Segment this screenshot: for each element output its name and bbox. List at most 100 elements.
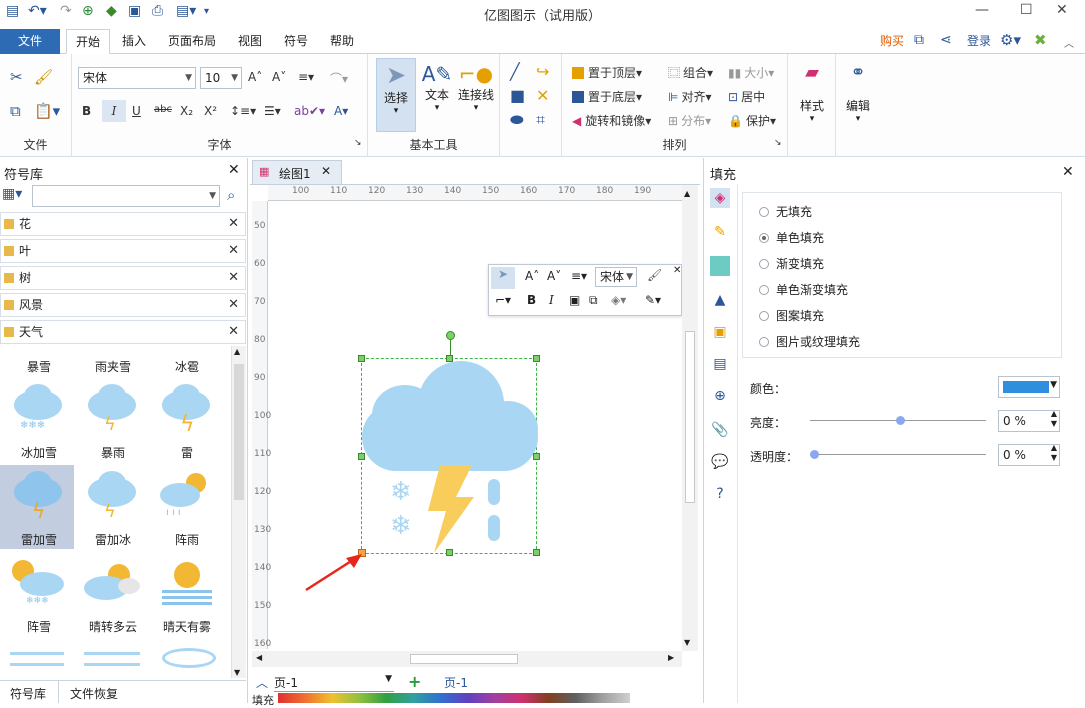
font-color-icon[interactable]: A▾ bbox=[334, 104, 348, 118]
login-link[interactable]: 登录 bbox=[962, 29, 996, 54]
align-button[interactable]: ⊫ 对齐 ▾ bbox=[668, 88, 712, 105]
tab-view[interactable]: 视图 bbox=[230, 29, 270, 54]
symbol-ice-snow[interactable]: ❄❄❄ 冰加雪 bbox=[0, 382, 78, 464]
mini-line-color-icon[interactable]: ✎▾ bbox=[645, 293, 661, 307]
fill-tab-icon[interactable]: ◈ bbox=[710, 188, 730, 208]
canvas-horizontal-scrollbar[interactable]: ◀ ▶ bbox=[252, 651, 682, 667]
scroll-down-icon[interactable]: ▼ bbox=[684, 638, 690, 647]
resize-handle[interactable] bbox=[533, 549, 540, 556]
symbol-sleet[interactable]: 雨夹雪 bbox=[74, 358, 152, 378]
distribute-button[interactable]: ⊞ 分布 ▾ bbox=[668, 112, 711, 129]
mini-align-icon[interactable]: ≡▾ bbox=[571, 269, 587, 283]
transparency-slider[interactable] bbox=[810, 450, 986, 459]
tab-page-layout[interactable]: 页面布局 bbox=[162, 29, 222, 54]
category-scenery[interactable]: 风景 ✕ bbox=[0, 293, 246, 317]
symbol-thunder[interactable]: ϟ 雷 bbox=[148, 382, 226, 464]
resize-handle[interactable] bbox=[533, 355, 540, 362]
brightness-slider[interactable] bbox=[810, 416, 986, 425]
close-category-icon[interactable]: ✕ bbox=[228, 267, 239, 289]
comment-tab-icon[interactable]: 💬 bbox=[710, 452, 730, 472]
scroll-down-icon[interactable]: ▼ bbox=[234, 668, 240, 677]
paragraph-align-icon[interactable]: ≡▾ bbox=[298, 70, 314, 84]
maximize-icon[interactable]: ☐ bbox=[1020, 2, 1033, 18]
hyperlink-tab-icon[interactable]: ⊕ bbox=[710, 386, 730, 406]
scroll-right-icon[interactable]: ▶ bbox=[668, 653, 674, 662]
symbol-sunny-fog[interactable]: 晴天有雾 bbox=[148, 556, 226, 638]
mini-bold-icon[interactable]: B bbox=[527, 293, 536, 307]
font-name-select[interactable]: 宋体 ▼ bbox=[78, 67, 196, 89]
gradient-fill-option[interactable]: 渐变填充 bbox=[759, 255, 824, 272]
shadow-tab-icon[interactable] bbox=[710, 256, 730, 276]
mini-font-select[interactable]: 宋体 ▼ bbox=[595, 267, 637, 287]
search-icon[interactable]: ⌕ bbox=[227, 186, 235, 204]
tab-file[interactable]: 文件 bbox=[0, 29, 60, 54]
font-size-select[interactable]: 10 ▼ bbox=[200, 67, 242, 89]
curve-icon[interactable]: ⌒▾ bbox=[330, 70, 348, 87]
brightness-slider-thumb[interactable] bbox=[896, 416, 905, 425]
rectangle-shape-icon[interactable]: ■ bbox=[510, 86, 525, 105]
rotate-mirror-button[interactable]: ◀ 旋转和镜像 ▾ bbox=[572, 112, 651, 129]
crop-icon[interactable]: ⌗ bbox=[536, 110, 545, 130]
page-tab-icon[interactable]: ▤ bbox=[710, 354, 730, 374]
close-document-icon[interactable]: ✕ bbox=[321, 164, 331, 178]
resize-handle[interactable] bbox=[446, 549, 453, 556]
close-window-icon[interactable]: ✕ bbox=[1056, 2, 1068, 18]
italic-icon[interactable]: I bbox=[102, 100, 126, 122]
symbol-sunny-cloudy[interactable]: 晴转多云 bbox=[74, 556, 152, 638]
scroll-left-icon[interactable]: ◀ bbox=[256, 653, 262, 662]
ellipse-shape-icon[interactable]: ⬬ bbox=[510, 110, 524, 130]
close-category-icon[interactable]: ✕ bbox=[228, 240, 239, 262]
settings-gear-icon[interactable]: ⚙▾ bbox=[1000, 31, 1021, 49]
color-picker[interactable]: ▼ bbox=[998, 376, 1060, 398]
mini-front-icon[interactable]: ▣ bbox=[569, 293, 580, 307]
mini-fill-icon[interactable]: ◈▾ bbox=[611, 293, 626, 307]
grow-font-icon[interactable]: A˄ bbox=[248, 70, 262, 84]
help-tab-icon[interactable]: ? bbox=[710, 484, 730, 504]
bullet-list-icon[interactable]: ☰▾ bbox=[264, 104, 281, 118]
library-search-input[interactable]: ▼ bbox=[32, 185, 220, 207]
line-shape-icon[interactable]: ╱ bbox=[510, 62, 520, 81]
text-highlight-icon[interactable]: ab✔▾ bbox=[294, 104, 325, 118]
category-flower[interactable]: 花 ✕ bbox=[0, 212, 246, 236]
send-to-back-button[interactable]: 置于底层 ▾ bbox=[572, 88, 642, 105]
page-navigator-icon[interactable]: ︿ bbox=[256, 674, 268, 691]
tab-home[interactable]: 开始 bbox=[66, 29, 110, 54]
minimize-icon[interactable]: — bbox=[975, 2, 989, 18]
protect-button[interactable]: 🔒 保护 ▾ bbox=[728, 112, 776, 129]
underline-icon[interactable]: U bbox=[132, 104, 141, 118]
cross-shape-icon[interactable]: ✕ bbox=[536, 86, 549, 105]
style-button[interactable]: ▰ 样式 ▾ bbox=[794, 62, 830, 142]
close-category-icon[interactable]: ✕ bbox=[228, 294, 239, 316]
line-tab-icon[interactable]: ✎ bbox=[710, 222, 730, 242]
canvas-vertical-scrollbar[interactable]: ▲ ▼ bbox=[682, 185, 698, 651]
center-button[interactable]: ⊡ 居中 bbox=[728, 88, 765, 105]
library-scrollbar[interactable]: ▲ ▼ bbox=[231, 346, 246, 678]
group-button[interactable]: ⿴组合 ▾ bbox=[668, 64, 713, 81]
plugin-icon[interactable]: ✖ bbox=[1034, 31, 1047, 49]
scroll-up-icon[interactable]: ▲ bbox=[684, 189, 690, 198]
mini-grow-font-icon[interactable]: A˄ bbox=[525, 269, 539, 283]
superscript-icon[interactable]: X² bbox=[204, 104, 217, 118]
paste-icon[interactable]: 📋▾ bbox=[34, 102, 60, 120]
color-palette-strip[interactable] bbox=[278, 693, 630, 703]
share-screen-icon[interactable]: ⧉ bbox=[914, 32, 924, 48]
resize-handle[interactable] bbox=[358, 355, 365, 362]
mini-close-icon[interactable]: ✕ bbox=[673, 265, 681, 276]
cut-icon[interactable]: ✂ bbox=[10, 68, 23, 86]
mini-connector-icon[interactable]: ⌐▾ bbox=[495, 293, 511, 307]
category-tree[interactable]: 树 ✕ bbox=[0, 266, 246, 290]
tab-insert[interactable]: 插入 bbox=[114, 29, 154, 54]
tab-symbol[interactable]: 符号 bbox=[276, 29, 316, 54]
mini-format-painter-icon[interactable]: 🖌 bbox=[647, 268, 662, 282]
library-scroll-thumb[interactable] bbox=[234, 364, 244, 500]
size-button[interactable]: ▮▮ 大小 ▾ bbox=[728, 64, 774, 81]
bring-to-front-button[interactable]: 置于顶层 ▾ bbox=[572, 64, 642, 81]
solid-fill-option[interactable]: 单色填充 bbox=[759, 229, 824, 246]
resize-handle[interactable] bbox=[446, 355, 453, 362]
tab-symbol-library[interactable]: 符号库 bbox=[10, 685, 46, 702]
page-tab[interactable]: 页-1 bbox=[444, 674, 468, 691]
canvas-hscroll-thumb[interactable] bbox=[410, 654, 518, 664]
picture-texture-fill-option[interactable]: 图片或纹理填充 bbox=[759, 333, 860, 350]
add-page-icon[interactable]: + bbox=[408, 672, 421, 691]
mini-shrink-font-icon[interactable]: A˅ bbox=[547, 269, 561, 283]
